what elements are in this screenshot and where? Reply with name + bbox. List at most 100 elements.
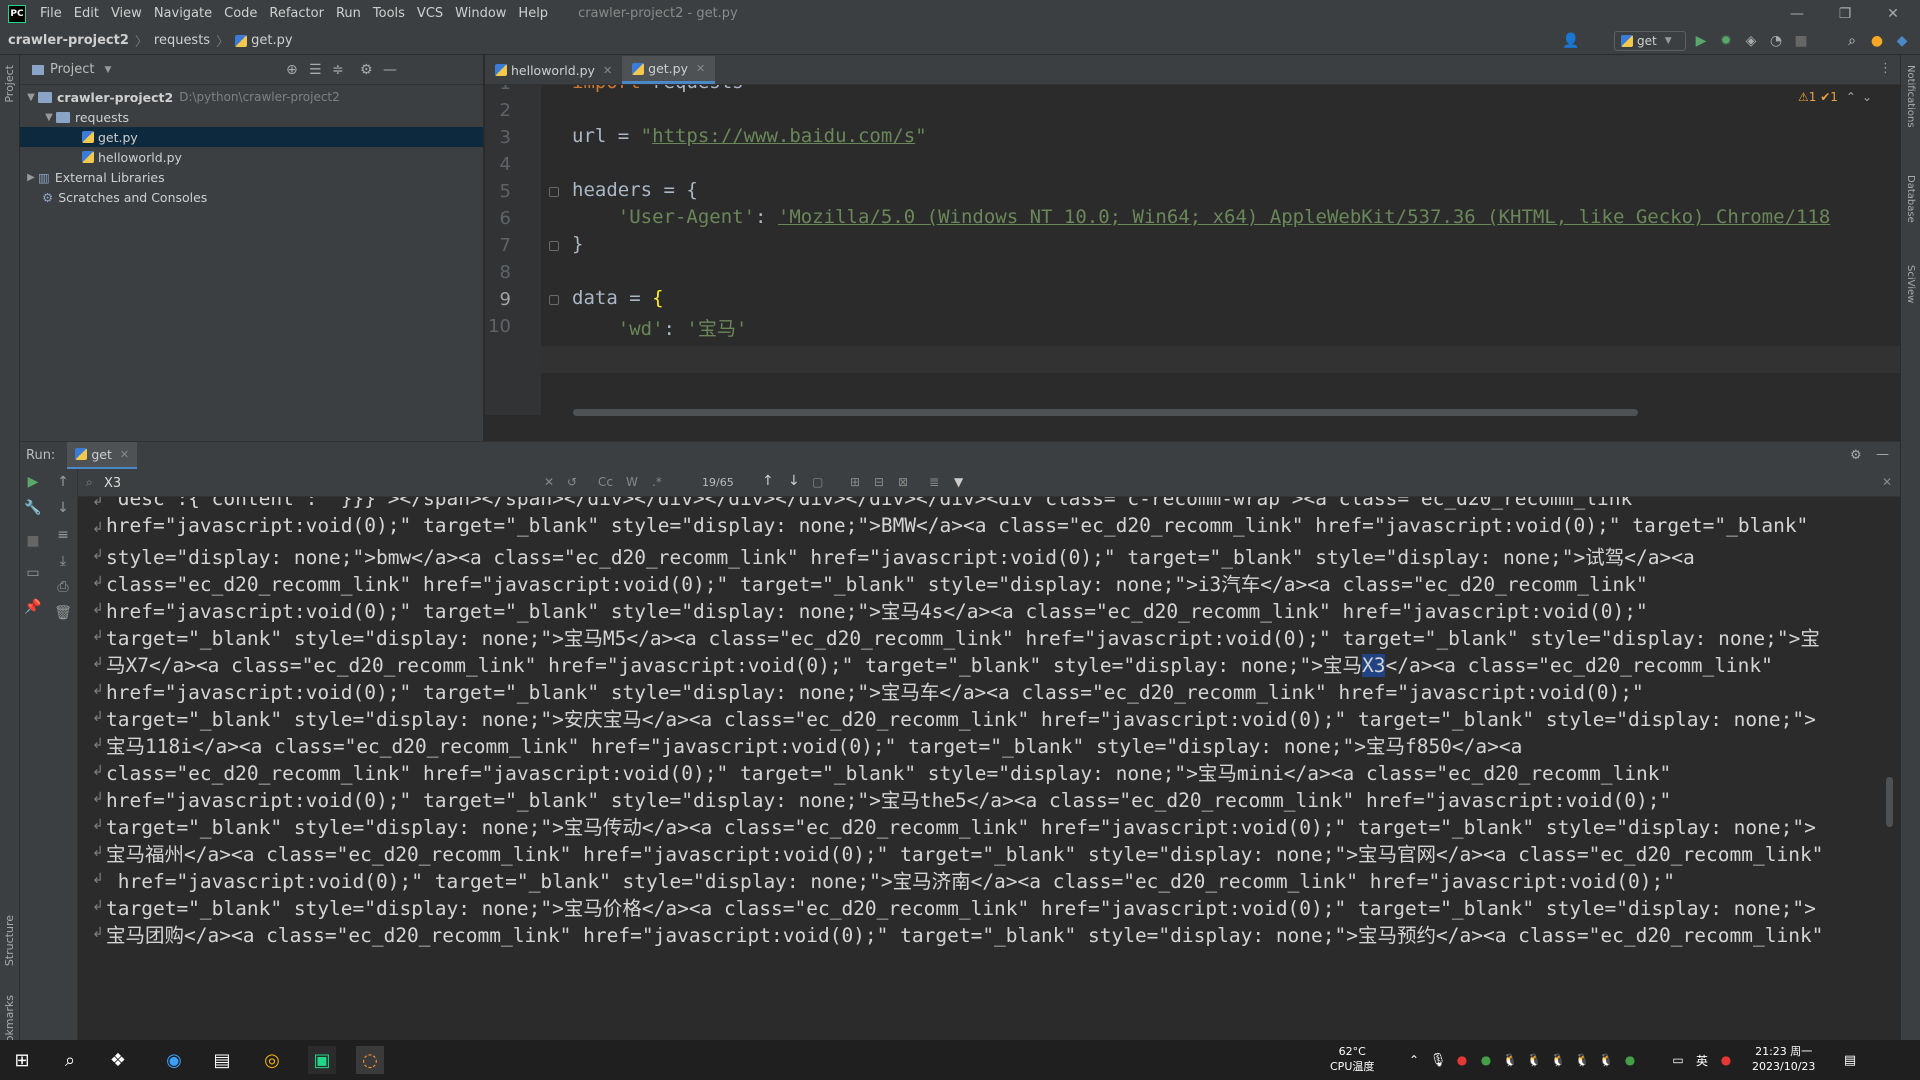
code-editor[interactable]: 1 2 3 4 5 6 7 8 9 10 import requests url… xyxy=(485,85,1900,415)
tray-app-icon[interactable]: ● xyxy=(1712,1046,1740,1074)
run-config-select[interactable]: get ▼ xyxy=(1614,31,1686,51)
console-vertical-scrollbar[interactable] xyxy=(1886,777,1893,827)
expand-all-icon[interactable]: ☰ xyxy=(309,62,322,78)
collapse-all-icon[interactable]: ≑ xyxy=(332,62,344,78)
sciview-tool-button[interactable]: SciView xyxy=(1905,265,1916,303)
layout-icon[interactable]: ▭ xyxy=(24,565,42,581)
tree-item-helloworld-py[interactable]: helloworld.py xyxy=(20,147,483,167)
cpu-temp-widget[interactable]: 62°C CPU温度 xyxy=(1330,1044,1374,1074)
breadcrumb-file[interactable]: get.py xyxy=(251,33,292,48)
fold-icon[interactable] xyxy=(549,187,559,197)
clock-widget[interactable]: 21:23 周一 2023/10/23 xyxy=(1752,1044,1815,1074)
stop-icon[interactable]: ■ xyxy=(24,533,42,549)
tree-item-requests-folder[interactable]: ▼ requests xyxy=(20,107,483,127)
menu-refactor[interactable]: Refactor xyxy=(263,6,330,21)
gear-icon[interactable]: ⚙ xyxy=(360,62,373,78)
user-icon[interactable]: 👤 xyxy=(1562,32,1580,50)
chevron-down-icon[interactable]: ▼ xyxy=(104,65,111,75)
soft-wrap-icon[interactable]: ≡ xyxy=(54,527,72,543)
arrow-down-icon[interactable]: ↓ xyxy=(54,500,72,516)
project-tool-button[interactable]: Project xyxy=(3,65,16,103)
filter-options-icon[interactable]: ≣ xyxy=(929,475,939,489)
arrow-up-icon[interactable]: ↑ xyxy=(54,474,72,490)
add-occurrence-icon[interactable]: ⊞ xyxy=(850,475,860,489)
tree-item-external-libraries[interactable]: ▶ ▥ External Libraries xyxy=(20,167,483,187)
chevron-down-icon[interactable]: ⌄ xyxy=(1862,90,1872,104)
jetbrains-icon[interactable]: ◆ xyxy=(1893,32,1911,50)
close-window-icon[interactable]: ✕ xyxy=(1870,0,1916,27)
menu-window[interactable]: Window xyxy=(449,6,512,21)
task-view-icon[interactable]: ❖ xyxy=(104,1046,132,1074)
more-tabs-icon[interactable]: ⋮ xyxy=(1879,61,1892,76)
search-everywhere-icon[interactable]: ⌕ xyxy=(1843,32,1861,50)
menu-edit[interactable]: Edit xyxy=(68,6,105,21)
locate-icon[interactable]: ⊕ xyxy=(286,62,298,78)
menu-file[interactable]: File xyxy=(34,6,68,21)
stop-icon[interactable]: ■ xyxy=(1792,32,1810,50)
menu-view[interactable]: View xyxy=(105,6,148,21)
fold-icon[interactable] xyxy=(549,295,559,305)
console-output[interactable]: ↲ "desc":{"content":""}}}"></span></span>… xyxy=(78,497,1900,1034)
notifications-tool-button[interactable]: Notifications xyxy=(1905,65,1916,128)
close-tab-icon[interactable]: ✕ xyxy=(120,448,129,461)
search-input[interactable] xyxy=(104,474,564,492)
run-icon[interactable]: ▶ xyxy=(1692,32,1710,50)
filter-icon[interactable]: ▼ xyxy=(954,475,963,489)
windows-start-icon[interactable]: ⊞ xyxy=(8,1046,36,1074)
close-tab-icon[interactable]: ✕ xyxy=(696,62,705,75)
updates-icon[interactable]: ● xyxy=(1868,32,1886,50)
wrench-icon[interactable]: 🔧 xyxy=(24,500,42,516)
coverage-icon[interactable]: ◈ xyxy=(1742,32,1760,50)
menu-vcs[interactable]: VCS xyxy=(411,6,449,21)
tree-item-scratches[interactable]: ⚙ Scratches and Consoles xyxy=(20,187,483,207)
structure-tool-button[interactable]: Structure xyxy=(3,915,16,966)
pycharm-taskbar-icon[interactable]: ▣ xyxy=(308,1046,336,1074)
breadcrumb-project[interactable]: crawler-project2 xyxy=(8,33,129,48)
inspection-widget[interactable]: ⚠1 ✔1 ⌃ ⌄ xyxy=(1798,90,1872,104)
select-all-occurrences-icon[interactable]: ▢ xyxy=(812,475,823,489)
restore-icon[interactable]: ❐ xyxy=(1822,0,1868,27)
code-url-link[interactable]: https://www.baidu.com/s xyxy=(652,125,915,147)
gear-icon[interactable]: ⚙ xyxy=(1850,448,1862,463)
tab-get-py[interactable]: get.py ✕ xyxy=(622,56,716,84)
hide-panel-icon[interactable]: — xyxy=(1876,447,1889,462)
close-search-icon[interactable]: ✕ xyxy=(1882,475,1892,489)
menu-run[interactable]: Run xyxy=(330,6,367,21)
tab-helloworld-py[interactable]: helloworld.py ✕ xyxy=(485,56,622,84)
print-icon[interactable]: ⎙ xyxy=(54,579,72,595)
select-all-icon[interactable]: ⊠ xyxy=(898,475,908,489)
debug-icon[interactable]: ✹ xyxy=(1717,32,1735,50)
match-case-toggle[interactable]: Cc xyxy=(598,475,613,489)
trash-icon[interactable]: 🗑 xyxy=(54,605,72,621)
profile-icon[interactable]: ◔ xyxy=(1767,32,1785,50)
database-tool-button[interactable]: Database xyxy=(1905,175,1916,223)
next-match-icon[interactable]: ↓ xyxy=(788,473,800,489)
fold-icon[interactable] xyxy=(549,241,559,251)
chevron-up-icon[interactable]: ⌃ xyxy=(1846,90,1856,104)
editor-horizontal-scrollbar[interactable] xyxy=(573,409,1638,416)
run-tab-get[interactable]: get ✕ xyxy=(67,441,138,470)
hide-panel-icon[interactable]: — xyxy=(383,62,397,78)
scroll-to-end-icon[interactable]: ⤓ xyxy=(54,553,72,569)
pin-icon[interactable]: 📌 xyxy=(24,599,42,615)
minimize-icon[interactable]: — xyxy=(1774,0,1820,27)
regex-toggle[interactable]: .* xyxy=(652,475,662,489)
tree-item-project-root[interactable]: ▼ crawler-project2 D:\python\crawler-pro… xyxy=(20,87,483,107)
chrome-browser-icon[interactable]: ◎ xyxy=(258,1046,286,1074)
rerun-icon[interactable]: ▶ xyxy=(24,474,42,490)
wechat-icon[interactable]: ● xyxy=(1616,1046,1644,1074)
recorder-app-icon[interactable]: ◌ xyxy=(356,1046,384,1074)
edge-browser-icon[interactable]: ◉ xyxy=(160,1046,188,1074)
breadcrumb-folder[interactable]: requests xyxy=(154,33,210,48)
tree-item-get-py[interactable]: get.py xyxy=(20,127,483,147)
whole-word-toggle[interactable]: W xyxy=(626,475,638,489)
previous-match-icon[interactable]: ↑ xyxy=(762,473,774,489)
remove-occurrence-icon[interactable]: ⊟ xyxy=(874,475,884,489)
search-history-icon[interactable]: ↺ xyxy=(567,475,577,489)
project-view-select[interactable]: Project xyxy=(50,62,94,77)
menu-code[interactable]: Code xyxy=(218,6,263,21)
notification-center-icon[interactable]: ▤ xyxy=(1836,1046,1864,1074)
menu-navigate[interactable]: Navigate xyxy=(148,6,218,21)
file-explorer-icon[interactable]: ▤ xyxy=(208,1046,236,1074)
menu-help[interactable]: Help xyxy=(512,6,554,21)
